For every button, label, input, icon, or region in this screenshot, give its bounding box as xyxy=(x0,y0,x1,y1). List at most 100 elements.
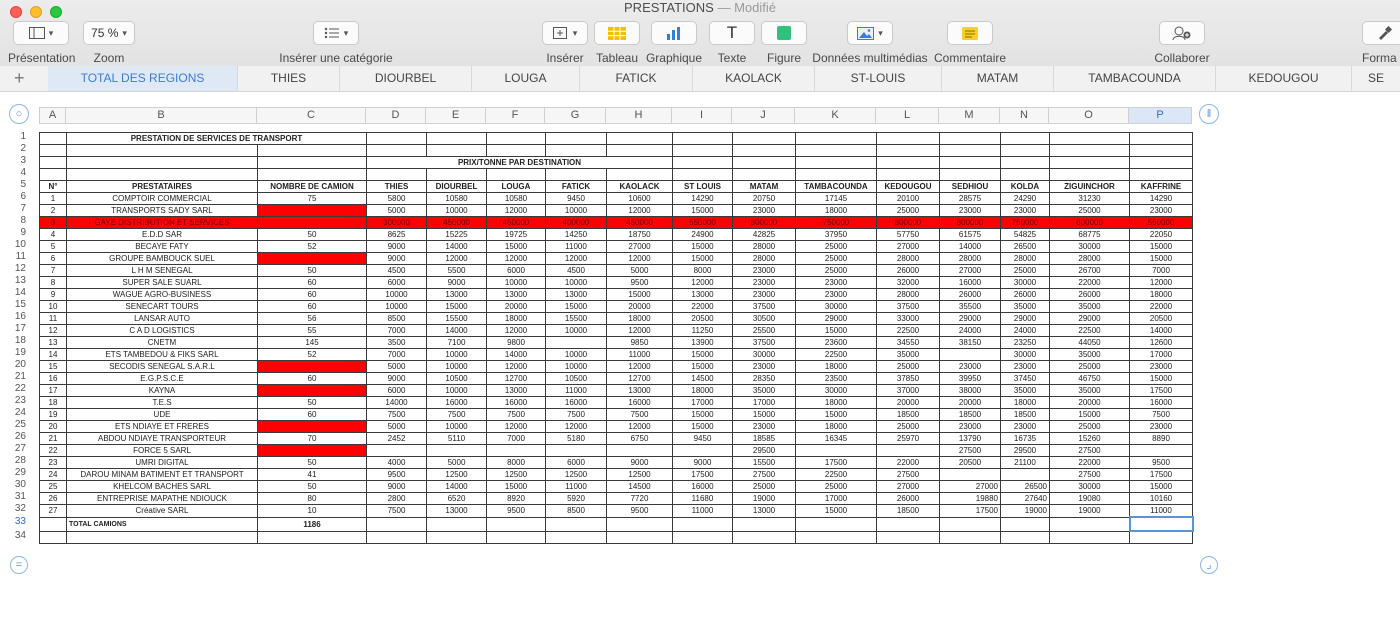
cell[interactable] xyxy=(876,144,940,157)
shape-control[interactable]: Figure xyxy=(760,21,808,65)
cell[interactable]: 19725 xyxy=(486,228,546,241)
cell[interactable] xyxy=(39,530,67,544)
cell[interactable]: 6000 xyxy=(366,276,427,289)
cell[interactable] xyxy=(257,204,367,217)
cell[interactable]: 11000 xyxy=(672,504,733,518)
cell[interactable]: 9500 xyxy=(1129,456,1193,469)
cell[interactable]: 18000 xyxy=(486,312,546,325)
cell[interactable] xyxy=(545,168,607,181)
row-header-32[interactable]: 32 xyxy=(8,503,26,514)
cell[interactable]: 15500 xyxy=(545,312,607,325)
cell[interactable] xyxy=(795,156,877,169)
cell[interactable] xyxy=(939,530,1001,544)
row-header-31[interactable]: 31 xyxy=(8,491,26,502)
cell[interactable]: 29000 xyxy=(795,312,877,325)
cell[interactable]: 15000 xyxy=(486,240,546,253)
cell[interactable]: 12000 xyxy=(486,204,546,217)
cell[interactable]: 23000 xyxy=(732,276,796,289)
sheet-title-cell[interactable]: PRESTATION DE SERVICES DE TRANSPORT xyxy=(66,132,367,145)
cell[interactable]: 15000 xyxy=(672,408,733,421)
row-header-34[interactable]: 34 xyxy=(8,530,26,541)
cell[interactable]: 10000 xyxy=(545,360,607,373)
cell[interactable]: 14000 xyxy=(939,240,1001,253)
column-label-cell[interactable]: N° xyxy=(39,180,67,193)
table-control[interactable]: Tableau xyxy=(593,21,641,65)
cell[interactable] xyxy=(939,468,1001,481)
cell[interactable]: 15000 xyxy=(672,204,733,217)
cell[interactable]: 27500 xyxy=(939,444,1001,457)
cell[interactable]: 27500 xyxy=(1049,444,1130,457)
presentation-button[interactable]: ▾ xyxy=(13,21,69,45)
cell[interactable]: 6000 xyxy=(366,384,427,397)
cell[interactable]: 19000 xyxy=(1000,504,1050,518)
cell[interactable]: 5000 xyxy=(606,264,673,277)
cell[interactable]: 11 xyxy=(39,312,67,325)
cell[interactable]: 4500 xyxy=(366,264,427,277)
cell[interactable]: 28000 xyxy=(876,288,940,301)
cell[interactable]: 18000 xyxy=(672,384,733,397)
cell[interactable]: 15000 xyxy=(795,504,877,518)
cell[interactable] xyxy=(257,420,367,433)
cell[interactable]: 12000 xyxy=(426,252,487,265)
cell[interactable]: 450000 xyxy=(426,216,487,229)
cell[interactable] xyxy=(257,168,367,181)
cell[interactable]: 15000 xyxy=(672,360,733,373)
cell[interactable] xyxy=(486,530,546,544)
cell[interactable]: 50 xyxy=(257,396,367,409)
cell[interactable]: 14000 xyxy=(1129,324,1193,337)
tab-kaolack[interactable]: KAOLACK xyxy=(693,66,815,91)
text-control[interactable]: T Texte xyxy=(708,21,756,65)
column-header-c[interactable]: C xyxy=(257,107,366,124)
cell[interactable]: 27000 xyxy=(876,480,940,493)
cell[interactable]: 50 xyxy=(257,480,367,493)
cell[interactable]: 9000 xyxy=(366,372,427,385)
cell[interactable]: 26500 xyxy=(1000,480,1050,493)
cell[interactable]: 26000 xyxy=(876,264,940,277)
add-sheet-plus-icon[interactable]: + xyxy=(14,68,25,89)
cell[interactable]: 15000 xyxy=(672,420,733,433)
cell[interactable]: 5000 xyxy=(366,360,427,373)
cell[interactable]: 7500 xyxy=(486,408,546,421)
provider-name-cell[interactable]: SENECART TOURS xyxy=(66,300,258,313)
cell[interactable]: 8920 xyxy=(486,492,546,505)
cell[interactable]: 22000 xyxy=(1049,276,1130,289)
cell[interactable] xyxy=(795,168,877,181)
cell[interactable]: 3 xyxy=(39,216,67,229)
row-header-10[interactable]: 10 xyxy=(8,239,26,250)
cell[interactable] xyxy=(672,144,733,157)
cell[interactable]: 13000 xyxy=(732,504,796,518)
cell[interactable] xyxy=(257,444,367,457)
cell[interactable]: 14000 xyxy=(426,480,487,493)
format-button[interactable] xyxy=(1362,21,1400,45)
cell[interactable]: 16000 xyxy=(672,480,733,493)
cell[interactable] xyxy=(732,156,796,169)
cell[interactable] xyxy=(486,144,546,157)
cell[interactable]: 23000 xyxy=(795,276,877,289)
cell[interactable] xyxy=(1129,132,1193,145)
cell[interactable]: 17000 xyxy=(1129,348,1193,361)
cell[interactable] xyxy=(426,132,487,145)
tab-kedougou[interactable]: KEDOUGOU xyxy=(1216,66,1352,91)
cell[interactable] xyxy=(257,360,367,373)
row-header-15[interactable]: 15 xyxy=(8,299,26,310)
cell[interactable]: 22000 xyxy=(1049,456,1130,469)
provider-name-cell[interactable]: CNETM xyxy=(66,336,258,349)
cell[interactable] xyxy=(39,144,67,157)
cell[interactable] xyxy=(1049,516,1130,532)
cell[interactable] xyxy=(732,168,796,181)
cell[interactable]: 7000 xyxy=(366,348,427,361)
cell[interactable]: 9850 xyxy=(606,336,673,349)
cell[interactable] xyxy=(606,444,673,457)
cell[interactable]: 56 xyxy=(257,312,367,325)
column-label-cell[interactable]: FATICK xyxy=(545,180,607,193)
cell[interactable]: 5000 xyxy=(426,456,487,469)
provider-name-cell[interactable]: TRANSPORTS SADY SARL xyxy=(66,204,258,217)
cell[interactable]: 25000 xyxy=(795,240,877,253)
cell[interactable]: 9000 xyxy=(366,240,427,253)
cell[interactable]: 30000 xyxy=(1049,240,1130,253)
provider-name-cell[interactable]: WAGUE AGRO-BUSINESS xyxy=(66,288,258,301)
cell[interactable]: 17000 xyxy=(672,396,733,409)
cell[interactable]: 16000 xyxy=(606,396,673,409)
cell[interactable]: 14000 xyxy=(426,324,487,337)
provider-name-cell[interactable]: KAYNA xyxy=(66,384,258,397)
